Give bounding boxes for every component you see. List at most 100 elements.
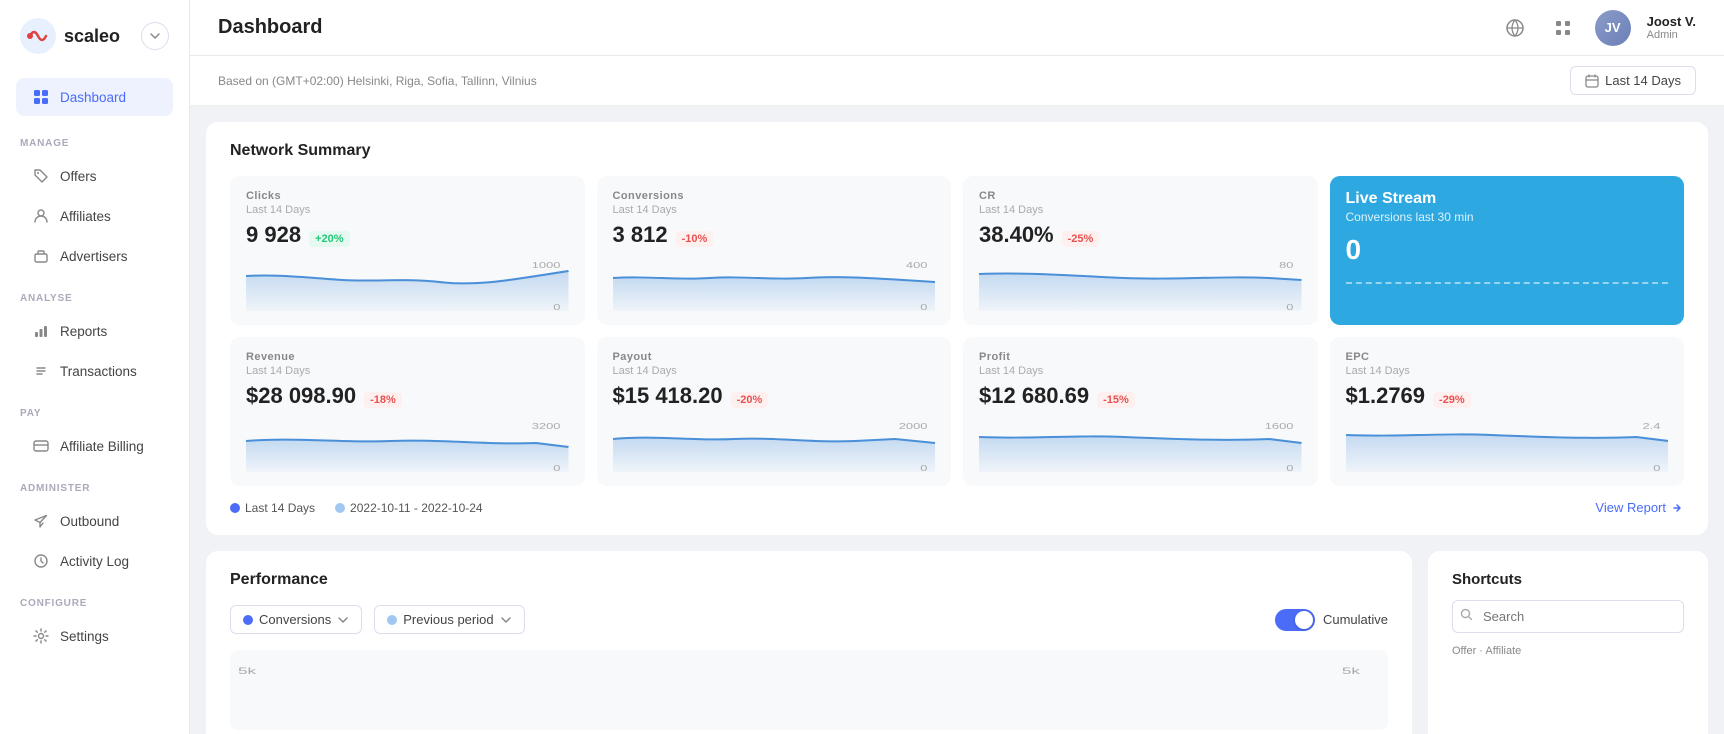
sidebar-item-offers[interactable]: Offers [16,157,173,195]
sidebar-item-dashboard-label: Dashboard [60,90,126,105]
performance-section: Performance Conversions Previous period [206,551,1412,734]
timezone-bar: Based on (GMT+02:00) Helsinki, Riga, Sof… [190,56,1724,106]
search-icon [1460,608,1473,626]
period-dot [387,615,397,625]
date-range-label: Last 14 Days [1605,73,1681,88]
revenue-badge: -18% [364,392,402,408]
sidebar-item-activity-log[interactable]: Activity Log [16,542,173,580]
sidebar-item-transactions-label: Transactions [60,364,137,379]
conversions-sublabel: Last 14 Days [613,204,936,216]
metric-profit: Profit Last 14 Days $12 680.69 -15% 1600… [963,337,1318,486]
period-dropdown[interactable]: Previous period [374,605,524,634]
legend-current: Last 14 Days [230,501,315,515]
legend-current-dot [230,503,240,513]
sidebar-item-reports[interactable]: Reports [16,312,173,350]
sidebar-item-affiliate-billing[interactable]: Affiliate Billing [16,427,173,465]
legend-previous-dot [335,503,345,513]
profit-label: Profit [979,351,1302,363]
grid-icon [1553,18,1573,38]
clicks-value: 9 928 [246,222,301,248]
conversions-value-row: 3 812 -10% [613,222,936,248]
payout-label: Payout [613,351,936,363]
svg-text:0: 0 [553,464,560,472]
svg-text:0: 0 [1286,303,1293,311]
topbar: Dashboard JV Joost V. [190,0,1724,56]
user-role: Admin [1647,29,1696,41]
epc-label: EPC [1346,351,1669,363]
page-title: Dashboard [218,16,322,39]
live-stream-title: Live Stream [1346,190,1669,208]
view-report-text: View Report [1595,500,1666,515]
dashboard-icon [32,88,50,106]
date-range-button[interactable]: Last 14 Days [1570,66,1696,95]
epc-chart: 2.4 0 [1346,417,1669,472]
sidebar: scaleo Dashboard MANA [0,0,190,734]
legend-row: Last 14 Days 2022-10-11 - 2022-10-24 Vie… [230,500,1684,515]
metric-revenue: Revenue Last 14 Days $28 098.90 -18% 320… [230,337,585,486]
revenue-value-row: $28 098.90 -18% [246,383,569,409]
profit-value-row: $12 680.69 -15% [979,383,1302,409]
sidebar-item-affiliates[interactable]: Affiliates [16,197,173,235]
live-stream-card: Live Stream Conversions last 30 min 0 [1330,176,1685,325]
main-area: Dashboard JV Joost V. [190,0,1724,734]
sidebar-section-analyse: ANALYSE [0,277,189,310]
timezone-text: Based on (GMT+02:00) Helsinki, Riga, Sof… [218,74,537,88]
revenue-sublabel: Last 14 Days [246,365,569,377]
sidebar-item-reports-label: Reports [60,324,107,339]
performance-title: Performance [230,571,1388,589]
sidebar-item-transactions[interactable]: Transactions [16,352,173,390]
shortcuts-hint: Offer · Affiliate [1452,645,1521,657]
search-wrap [1452,600,1684,633]
sidebar-item-outbound[interactable]: Outbound [16,502,173,540]
chevron-down-icon-2 [500,614,512,626]
shortcuts-tags: Offer · Affiliate [1452,645,1684,657]
sidebar-item-advertisers[interactable]: Advertisers [16,237,173,275]
live-stream-sublabel: Conversions last 30 min [1346,210,1669,224]
network-summary-title: Network Summary [230,142,1684,160]
sidebar-section-manage: MANAGE [0,122,189,155]
conversions-label: Conversions [613,190,936,202]
svg-text:0: 0 [920,303,927,311]
conversions-dropdown[interactable]: Conversions [230,605,362,634]
metric-grid-row1: Clicks Last 14 Days 9 928 +20% 1000 0 [230,176,1684,325]
grid-btn[interactable] [1547,12,1579,44]
topbar-right: JV Joost V. Admin [1499,10,1696,46]
cr-chart: 80 0 [979,256,1302,311]
bottom-sections: Performance Conversions Previous period [206,551,1708,734]
sidebar-item-settings-label: Settings [60,629,109,644]
network-summary-section: Network Summary Clicks Last 14 Days 9 92… [206,122,1708,535]
conversions-dropdown-label: Conversions [259,612,331,627]
performance-chart: 5k 5k [230,650,1388,730]
revenue-chart: 3200 0 [246,417,569,472]
profit-chart: 1600 0 [979,417,1302,472]
gear-icon [32,627,50,645]
avatar[interactable]: JV [1595,10,1631,46]
user-info: Joost V. Admin [1647,14,1696,41]
clicks-chart: 1000 0 [246,256,569,311]
sidebar-item-advertisers-label: Advertisers [60,249,128,264]
sidebar-collapse-btn[interactable] [141,22,169,50]
clicks-sublabel: Last 14 Days [246,204,569,216]
search-input[interactable] [1452,600,1684,633]
svg-text:5k: 5k [1342,666,1360,676]
sidebar-item-settings[interactable]: Settings [16,617,173,655]
metric-conversions: Conversions Last 14 Days 3 812 -10% 400 … [597,176,952,325]
cumulative-switch[interactable] [1275,609,1315,631]
revenue-label: Revenue [246,351,569,363]
globe-btn[interactable] [1499,12,1531,44]
metric-clicks: Clicks Last 14 Days 9 928 +20% 1000 0 [230,176,585,325]
sidebar-logo: scaleo [0,0,189,72]
svg-text:0: 0 [920,464,927,472]
view-report-link[interactable]: View Report [1595,500,1684,515]
svg-text:0: 0 [553,303,560,311]
epc-value-row: $1.2769 -29% [1346,383,1669,409]
clicks-value-row: 9 928 +20% [246,222,569,248]
shortcuts-section: Shortcuts Offer · Affiliate [1428,551,1708,734]
sidebar-item-outbound-label: Outbound [60,514,119,529]
svg-text:3200: 3200 [532,422,561,431]
period-dropdown-label: Previous period [403,612,493,627]
avatar-image: JV [1595,10,1631,46]
payout-chart: 2000 0 [613,417,936,472]
clicks-label: Clicks [246,190,569,202]
sidebar-item-dashboard[interactable]: Dashboard [16,78,173,116]
